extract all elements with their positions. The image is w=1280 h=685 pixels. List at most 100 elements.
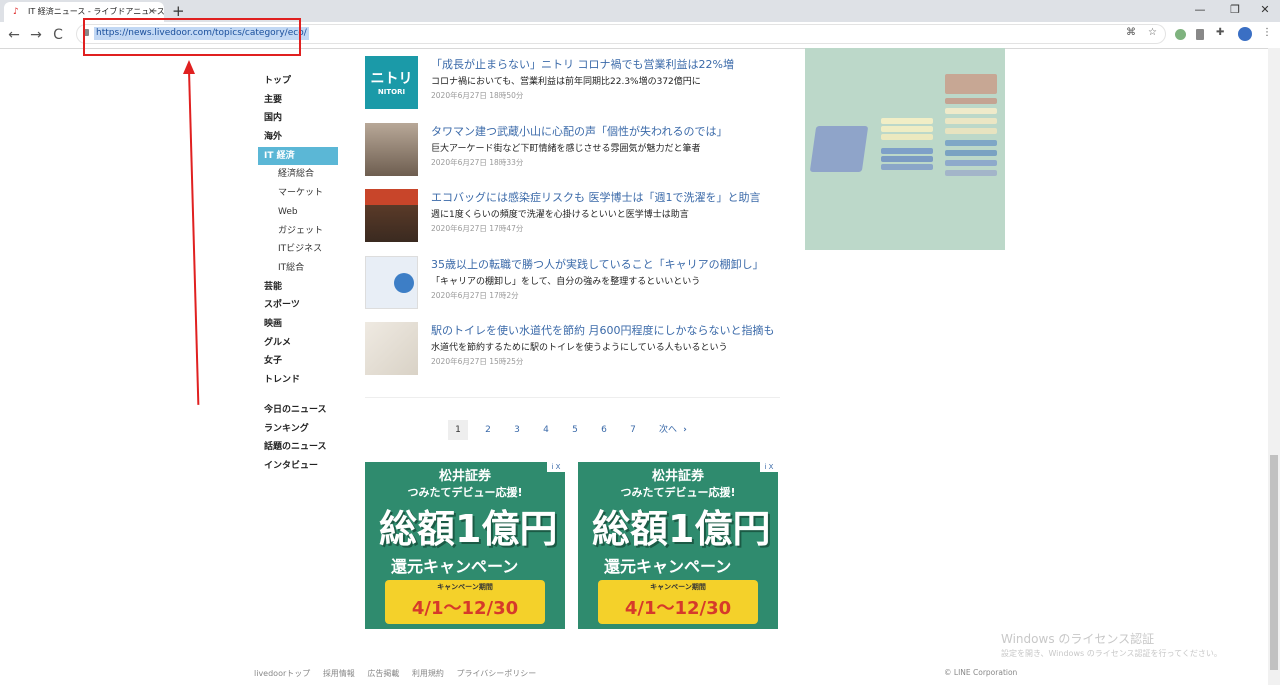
ad-campaign-label: キャンペーン期間 xyxy=(650,583,706,591)
nav-item[interactable]: インタビュー xyxy=(258,457,338,476)
chrome-menu-icon[interactable]: ⋮ xyxy=(1262,27,1272,38)
article-desc: 「キャリアの棚卸し」をして、自分の強みを整理するといいという xyxy=(431,276,701,287)
towel-shape xyxy=(945,98,997,104)
towel-shape xyxy=(881,164,933,170)
footer-link[interactable]: 採用情報 xyxy=(323,669,355,678)
nav-item[interactable]: 国内 xyxy=(258,109,338,128)
list-item[interactable]: ニトリ NITORI 「成長が止まらない」ニトリ コロナ禍でも営業利益は22%増… xyxy=(365,52,780,119)
forward-button[interactable]: → xyxy=(26,25,46,45)
profile-avatar[interactable] xyxy=(1238,27,1252,41)
nav-item[interactable]: 芸能 xyxy=(258,278,338,297)
article-thumbnail[interactable] xyxy=(365,322,418,375)
article-date: 2020年6月27日 17時47分 xyxy=(431,224,524,233)
nav-subitem[interactable]: 経済総合 xyxy=(258,165,338,184)
nav-item[interactable]: 海外 xyxy=(258,128,338,147)
article-desc: コロナ禍においても、営業利益は前年同期比22.3%増の372億円に xyxy=(431,77,701,87)
reload-button[interactable]: C xyxy=(48,25,68,45)
footer-link[interactable]: プライバシーポリシー xyxy=(456,669,536,678)
close-window-button[interactable]: ✕ xyxy=(1245,0,1280,20)
list-item[interactable]: 駅のトイレを使い水道代を節約 月600円程度にしかならないと指摘も 水道代を節約… xyxy=(365,318,780,385)
article-title[interactable]: 35歳以上の転職で勝つ人が実践していること「キャリアの棚卸し」 xyxy=(431,256,764,272)
ad-dates: 4/1〜12/30 xyxy=(624,598,732,619)
list-item[interactable]: エコバッグには感染症リスクも 医学博士は「週1で洗濯を」と助言 週に1度くらいの… xyxy=(365,185,780,252)
article-thumbnail[interactable] xyxy=(365,122,418,176)
nav-item[interactable]: ランキング xyxy=(258,420,338,439)
footer-links: livedoorトップ 採用情報 広告掲載 利用規約 プライバシーポリシー xyxy=(254,668,546,679)
article-desc: 週に1度くらいの頻度で洗濯を心掛けるといいと医学博士は助言 xyxy=(431,210,689,220)
nav-subitem[interactable]: ITビジネス xyxy=(258,240,338,259)
copyright: © LINE Corporation xyxy=(944,668,1018,677)
towel-shape xyxy=(945,160,997,166)
nav-item[interactable]: トレンド xyxy=(258,371,338,390)
article-title[interactable]: 「成長が止まらない」ニトリ コロナ禍でも営業利益は22%増 xyxy=(431,56,734,72)
ad-banner[interactable]: i X 松井証券 つみたてデビュー応援! 総額1億円 還元キャンペーン キャンペ… xyxy=(365,462,565,629)
minimize-button[interactable]: — xyxy=(1180,0,1220,20)
footer-link[interactable]: livedoorトップ xyxy=(254,669,310,678)
ad-date-band: キャンペーン期間 4/1〜12/30 xyxy=(385,580,545,624)
nav-item[interactable]: 今日のニュース xyxy=(258,401,338,420)
article-date: 2020年6月27日 15時25分 xyxy=(431,357,524,366)
nav-item-active[interactable]: IT 経済 xyxy=(258,146,338,166)
divider xyxy=(365,397,780,398)
nav-item[interactable]: グルメ xyxy=(258,334,338,353)
towel-shape xyxy=(881,126,933,132)
article-thumbnail[interactable] xyxy=(365,255,418,309)
page-link[interactable]: 7 xyxy=(623,420,643,440)
translate-icon[interactable]: ⌘ xyxy=(1126,27,1136,38)
pie-chart-icon xyxy=(394,272,414,293)
nav-subitem[interactable]: ガジェット xyxy=(258,222,338,241)
ad-campaign-label: キャンペーン期間 xyxy=(437,583,493,591)
nav-item[interactable]: トップ xyxy=(258,72,338,91)
article-list: ニトリ NITORI 「成長が止まらない」ニトリ コロナ禍でも営業利益は22%増… xyxy=(365,52,780,385)
ad-banner[interactable]: i X 松井証券 つみたてデビュー応援! 総額1億円 還元キャンペーン キャンペ… xyxy=(578,462,778,629)
ad-headline-sub: 還元キャンペーン xyxy=(391,557,519,576)
document-extension-icon[interactable] xyxy=(1196,29,1204,40)
page-link[interactable]: 3 xyxy=(507,420,527,440)
article-date: 2020年6月27日 18時50分 xyxy=(431,91,524,100)
article-thumbnail[interactable]: ニトリ NITORI xyxy=(365,56,418,109)
footer-link[interactable]: 利用規約 xyxy=(412,669,444,678)
article-date: 2020年6月27日 17時2分 xyxy=(431,290,519,300)
puzzle-icon[interactable]: ✚ xyxy=(1216,27,1224,38)
bookmark-star-icon[interactable]: ☆ xyxy=(1148,27,1157,38)
towel-shape xyxy=(881,118,933,124)
towel-shape xyxy=(945,170,997,176)
category-nav: トップ 主要 国内 海外 IT 経済 経済総合 マーケット Web ガジェット … xyxy=(258,72,338,390)
page-link[interactable]: 5 xyxy=(565,420,585,440)
windows-activation-sub: 設定を開き、Windows のライセンス認証を行ってください。 xyxy=(1001,649,1222,658)
nav-item[interactable]: 話題のニュース xyxy=(258,438,338,457)
list-item[interactable]: タワマン建つ武蔵小山に心配の声「個性が失われるのでは」 巨大アーケード街など下町… xyxy=(365,119,780,186)
page-link[interactable]: 2 xyxy=(478,420,498,440)
annotation-arrow xyxy=(188,69,200,405)
page-link[interactable]: 4 xyxy=(536,420,556,440)
towel-shape xyxy=(945,118,997,124)
scrollbar-thumb[interactable] xyxy=(1270,455,1278,670)
towel-shape xyxy=(809,126,869,172)
extension-icon[interactable] xyxy=(1175,29,1186,40)
towel-shape xyxy=(881,134,933,140)
article-title[interactable]: 駅のトイレを使い水道代を節約 月600円程度にしかならないと指摘も xyxy=(431,322,775,338)
nav-subitem[interactable]: IT総合 xyxy=(258,259,338,278)
list-item[interactable]: 35歳以上の転職で勝つ人が実践していること「キャリアの棚卸し」 「キャリアの棚卸… xyxy=(365,252,780,319)
ad-date-band: キャンペーン期間 4/1〜12/30 xyxy=(598,580,758,624)
article-title[interactable]: エコバッグには感染症リスクも 医学博士は「週1で洗濯を」と助言 xyxy=(431,189,761,205)
article-title[interactable]: タワマン建つ武蔵小山に心配の声「個性が失われるのでは」 xyxy=(431,123,727,139)
nav-item[interactable]: 主要 xyxy=(258,91,338,110)
towel-shape xyxy=(945,128,997,134)
nitori-logo: ニトリ xyxy=(370,71,413,87)
chevron-right-icon[interactable]: › xyxy=(678,420,692,440)
nav-subitem[interactable]: マーケット xyxy=(258,184,338,203)
back-button[interactable]: ← xyxy=(4,25,24,45)
nav-item[interactable]: スポーツ xyxy=(258,296,338,315)
ad-headline: 総額1億円 xyxy=(592,507,771,551)
page-link-current[interactable]: 1 xyxy=(448,420,468,440)
article-thumbnail[interactable] xyxy=(365,189,418,242)
nav-item[interactable]: 映画 xyxy=(258,315,338,334)
nav-subitem[interactable]: Web xyxy=(258,203,338,222)
side-ad-image[interactable] xyxy=(805,48,1005,250)
url-highlight-box xyxy=(83,18,301,56)
footer-link[interactable]: 広告掲載 xyxy=(367,669,399,678)
page-link[interactable]: 6 xyxy=(594,420,614,440)
nav-item[interactable]: 女子 xyxy=(258,352,338,371)
secondary-nav: 今日のニュース ランキング 話題のニュース インタビュー xyxy=(258,401,338,476)
